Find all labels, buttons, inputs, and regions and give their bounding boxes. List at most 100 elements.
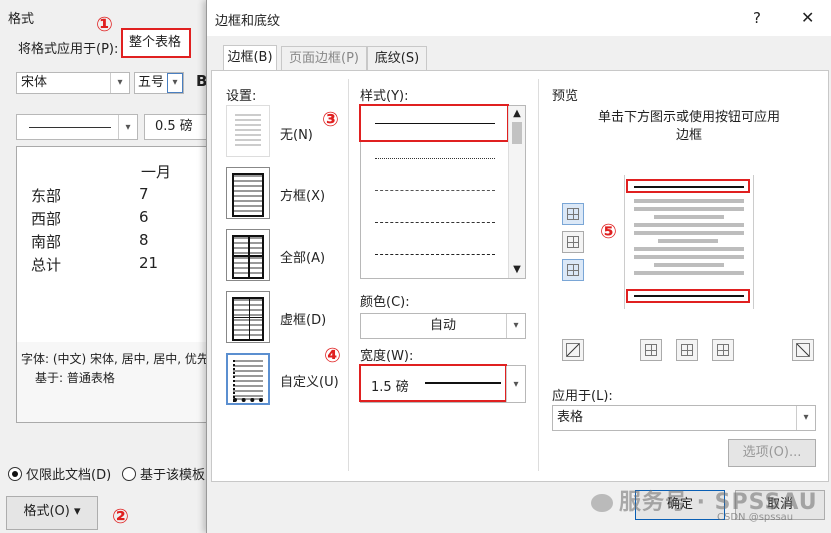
inside-horizontal-button[interactable] — [562, 231, 584, 253]
setting-box-label[interactable]: 方框(X) — [280, 185, 325, 204]
border-inside-v-icon — [681, 344, 693, 356]
style-preview: 一月 东部 7 西部 6 南部 8 总计 21 — [16, 146, 222, 344]
settings-label: 设置: — [226, 89, 257, 104]
preview-row-1: 西部 6 — [31, 208, 149, 229]
preview-text-lines — [634, 199, 744, 279]
radio-label: 仅限此文档(D) — [26, 468, 112, 483]
watermark-sub: CSDN @spssau — [717, 512, 794, 523]
preview-hint: 单击下方图示或使用按钮可应用边框 — [597, 110, 780, 143]
radio-label: 基于该模板 — [140, 468, 206, 483]
preview-month: 一月 — [141, 163, 172, 181]
border-bottom-icon — [567, 264, 579, 276]
right-border-button[interactable] — [712, 339, 734, 361]
divider — [538, 79, 539, 471]
row-value: 7 — [139, 185, 149, 203]
chevron-down-icon[interactable]: ▼ — [509, 262, 525, 278]
style-list[interactable]: ▲ ▼ — [359, 104, 526, 279]
tab-shading[interactable]: 底纹(S) — [367, 46, 427, 71]
width-select[interactable]: 1.5 磅 ▾ — [359, 364, 526, 403]
preview-row-0: 东部 7 — [31, 185, 149, 206]
borders-and-shading-dialog: 边框和底纹 ? ✕ 边框(B) 页面边框(P) 底纹(S) 设置: 无(N) ③… — [206, 0, 831, 533]
annotation-1: ① — [96, 12, 113, 36]
color-select[interactable]: 自动 ▾ — [360, 313, 526, 339]
style-description: 字体: (中文) 宋体, 居中, 居中, 优先 基于: 普通表格 — [16, 342, 222, 423]
chevron-down-icon: ▾ — [167, 73, 183, 93]
color-value: 自动 — [429, 318, 456, 333]
border-top-icon — [567, 208, 579, 220]
border-preview-diagram[interactable] — [624, 175, 754, 309]
preview-row-3: 总计 21 — [31, 254, 158, 275]
apply-to-value: 表格 — [557, 410, 584, 425]
style-scrollbar[interactable]: ▲ ▼ — [508, 106, 525, 278]
diagonal-down-button[interactable] — [562, 339, 584, 361]
row-label: 总计 — [31, 256, 62, 274]
diagonal-up-button[interactable] — [792, 339, 814, 361]
format-menu-button[interactable]: 格式(O) ▾ — [6, 496, 98, 530]
scrollbar-thumb[interactable] — [512, 122, 522, 144]
dialog-title: 边框和底纹 — [215, 14, 281, 29]
top-border-button[interactable] — [562, 203, 584, 225]
bottom-border-line — [634, 295, 744, 297]
top-border-line — [634, 186, 744, 188]
style-label: 样式(Y): — [360, 89, 409, 104]
chevron-down-icon: ▾ — [796, 406, 815, 430]
format-header: 格式 — [8, 12, 35, 27]
annotation-3: ③ — [322, 107, 339, 131]
left-border-button[interactable] — [640, 339, 662, 361]
row-label: 南部 — [31, 233, 62, 251]
border-inside-h-icon — [567, 236, 579, 248]
divider — [348, 79, 349, 471]
setting-box-icon[interactable] — [226, 167, 270, 219]
line-style-select[interactable]: ▾ — [16, 114, 138, 140]
width-sample — [425, 382, 501, 384]
row-label: 西部 — [31, 210, 62, 228]
inside-vertical-button[interactable] — [676, 339, 698, 361]
apply-to-select[interactable]: 表格 ▾ — [552, 405, 816, 431]
modify-style-dialog: 格式 将格式应用于(P): 整个表格 ① 宋体 ▾ 五号 ▾ B ▾ 0.5 磅… — [0, 0, 222, 533]
radio-template[interactable]: 基于该模板 — [122, 464, 205, 483]
row-value: 8 — [139, 231, 149, 249]
border-left-icon — [645, 344, 657, 356]
line-sample — [29, 127, 111, 128]
chevron-down-icon: ▾ — [506, 366, 525, 402]
chevron-down-icon: ▾ — [118, 115, 137, 139]
annotation-5: ⑤ — [600, 219, 617, 243]
apply-to-label: 应用于(L): — [552, 389, 613, 404]
style-fine-dash[interactable] — [375, 190, 495, 191]
style-long-dash[interactable] — [375, 254, 495, 255]
description-line-1: 字体: (中文) 宋体, 居中, 居中, 优先 — [21, 352, 209, 366]
row-label: 东部 — [31, 187, 62, 205]
setting-none-label[interactable]: 无(N) — [280, 124, 313, 143]
width-value: 1.5 磅 — [371, 380, 409, 395]
preview-label: 预览 — [552, 89, 579, 104]
chevron-down-icon: ▾ — [506, 314, 525, 338]
setting-all-label[interactable]: 全部(A) — [280, 247, 325, 266]
annotation-2: ② — [112, 504, 129, 528]
font-select[interactable]: 宋体 ▾ — [16, 72, 130, 94]
apply-format-select[interactable]: 整个表格 — [121, 28, 191, 58]
setting-custom-label[interactable]: 自定义(U) — [280, 371, 339, 390]
setting-grid-icon[interactable] — [226, 291, 270, 343]
setting-grid-label[interactable]: 虚框(D) — [280, 309, 326, 328]
diagonal-up-icon — [566, 343, 580, 357]
size-select[interactable]: 五号 ▾ — [134, 72, 184, 94]
border-right-icon — [717, 344, 729, 356]
apply-format-label: 将格式应用于(P): — [18, 42, 119, 57]
setting-all-icon[interactable] — [226, 229, 270, 281]
radio-this-document[interactable]: 仅限此文档(D) — [8, 464, 111, 483]
row-value: 6 — [139, 208, 149, 226]
close-button[interactable]: ✕ — [801, 8, 814, 27]
style-solid-selected[interactable] — [359, 104, 509, 142]
style-dotted[interactable] — [375, 158, 495, 159]
setting-none-icon[interactable] — [226, 105, 270, 157]
tab-page-border[interactable]: 页面边框(P) — [281, 46, 367, 71]
tab-borders[interactable]: 边框(B) — [223, 45, 277, 72]
bottom-border-button[interactable] — [562, 259, 584, 281]
style-dash[interactable] — [375, 222, 495, 223]
borders-pane: 设置: 无(N) ③ 方框(X) 全部(A) 虚框(D) 自定义(U) 样式(Y… — [211, 70, 829, 482]
options-button[interactable]: 选项(O)... — [728, 439, 816, 467]
chevron-up-icon[interactable]: ▲ — [509, 106, 525, 122]
setting-custom-icon[interactable] — [226, 353, 270, 405]
help-button[interactable]: ? — [753, 9, 761, 27]
radio-icon — [122, 466, 136, 481]
